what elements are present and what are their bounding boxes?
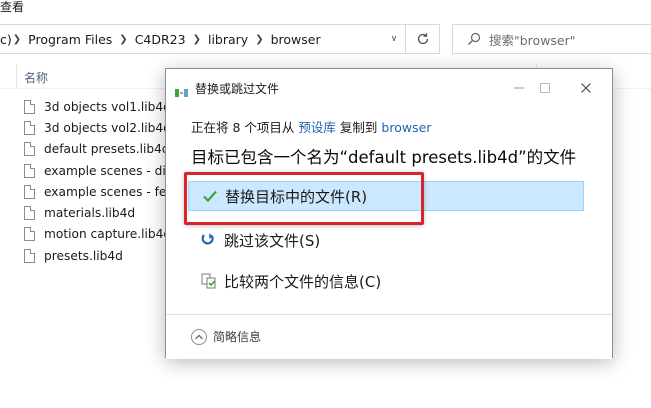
file-name: example scenes - fea [44,184,174,199]
dialog-title: 替换或跳过文件 [195,82,280,96]
breadcrumb-c4dr23[interactable]: C4DR23 [135,32,186,47]
source-folder-link[interactable]: 预设库 [298,120,336,135]
list-item[interactable]: default presets.lib4d [24,139,174,160]
refresh-icon[interactable] [405,25,440,53]
search-icon [467,32,481,46]
file-icon [24,163,35,178]
compare-option[interactable]: 比较两个文件的信息(C) [188,266,584,296]
skip-option-label: 跳过该文件(S) [224,231,321,250]
file-icon [24,227,35,242]
chevron-right-icon: ❯ [255,33,264,45]
search-input[interactable]: 搜索"browser" [452,24,651,54]
file-name: presets.lib4d [44,248,123,263]
list-item[interactable]: 3d objects vol1.lib4d [24,96,174,117]
list-item[interactable]: 3d objects vol2.lib4d [24,117,174,138]
column-divider[interactable] [16,64,17,88]
chevron-down-icon[interactable]: ∨ [383,25,405,53]
list-item[interactable]: example scenes - dis [24,160,174,181]
file-icon [24,99,35,114]
list-item[interactable]: materials.lib4d [24,202,174,223]
file-name: example scenes - dis [44,163,173,178]
destination-folder-link[interactable]: browser [381,120,431,135]
maximize-icon[interactable] [530,79,560,97]
copy-transfer-icon [175,83,189,102]
fewer-details-button[interactable]: 简略信息 [191,328,261,345]
conflict-heading: 目标已包含一个名为“default presets.lib4d”的文件 [191,148,577,167]
skip-arrow-icon [200,231,218,249]
column-name[interactable]: 名称 [24,69,48,86]
file-name: 3d objects vol1.lib4d [44,99,171,114]
file-name: default presets.lib4d [44,142,170,157]
skip-option[interactable]: 跳过该文件(S) [188,225,584,255]
search-placeholder: 搜索"browser" [489,32,576,48]
compare-files-icon [200,272,218,290]
chevron-right-icon: ❯ [12,33,22,45]
dialog-titlebar[interactable]: 替换或跳过文件 [166,69,612,107]
file-icon [24,206,35,221]
copy-middle: 复制到 [339,120,378,135]
file-icon [24,248,35,263]
list-item[interactable]: presets.lib4d [24,245,174,266]
annotation-highlight [184,172,424,225]
list-item[interactable]: motion capture.lib4d [24,224,174,245]
dialog-footer: 简略信息 [166,314,612,359]
file-list: 3d objects vol1.lib4d 3d objects vol2.li… [24,96,174,266]
menu-view[interactable]: 查看 [0,0,24,14]
breadcrumb-fragment[interactable]: c) [0,32,12,47]
chevron-right-icon: ❯ [192,33,201,45]
file-name: materials.lib4d [44,206,136,221]
breadcrumb-browser[interactable]: browser [271,32,321,47]
file-icon [24,184,35,199]
chevron-up-icon [191,328,207,345]
file-icon [24,120,35,135]
list-item[interactable]: example scenes - fea [24,181,174,202]
breadcrumb-program-files[interactable]: Program Files [28,32,112,47]
file-name: 3d objects vol2.lib4d [44,120,171,135]
breadcrumb-library[interactable]: library [208,32,248,47]
file-name: motion capture.lib4d [44,227,172,242]
chevron-right-icon: ❯ [119,33,128,45]
copy-prefix: 正在将 8 个项目从 [191,120,295,135]
close-icon[interactable] [571,79,601,97]
copy-progress-line: 正在将 8 个项目从 预设库 复制到 browser [191,117,431,136]
compare-option-label: 比较两个文件的信息(C) [224,272,382,291]
address-row: c) ❯ Program Files ❯ C4DR23 ❯ library ❯ … [0,24,651,56]
address-bar[interactable]: c) ❯ Program Files ❯ C4DR23 ❯ library ❯ … [0,24,440,54]
fewer-details-label: 简略信息 [213,330,262,344]
menu-bar: 查看 [0,0,651,18]
file-icon [24,142,35,157]
